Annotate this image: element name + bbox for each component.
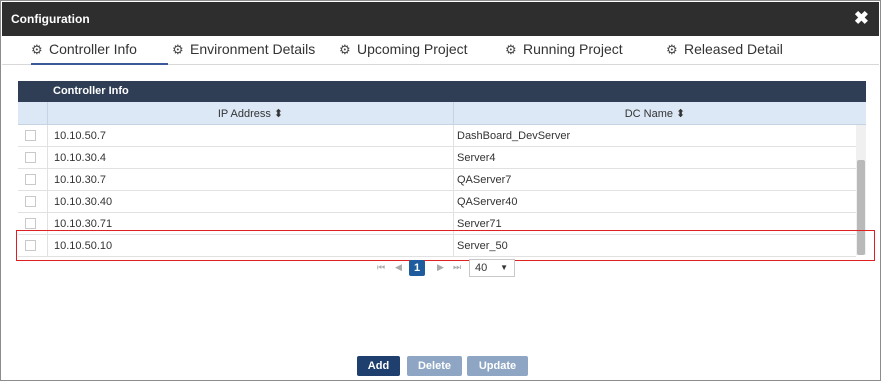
- dialog-title: Configuration: [11, 12, 90, 26]
- dc-name-cell: QAServer40: [453, 191, 856, 213]
- table-row[interactable]: 10.10.50.10 Server_50: [18, 235, 856, 257]
- tab-released-detail[interactable]: ⚙ Released Detail: [666, 41, 783, 65]
- table-row[interactable]: 10.10.30.7 QAServer7: [18, 169, 856, 191]
- scrollbar-thumb[interactable]: [857, 160, 865, 255]
- gear-icon: ⚙: [339, 42, 351, 57]
- tab-controller-info[interactable]: ⚙ Controller Info: [31, 41, 168, 65]
- update-button[interactable]: Update: [467, 356, 528, 376]
- dc-name-cell: Server71: [453, 213, 856, 235]
- add-button[interactable]: Add: [357, 356, 400, 376]
- grid-scrollbar[interactable]: [856, 125, 866, 255]
- tab-label: Environment Details: [190, 41, 316, 57]
- current-page[interactable]: 1: [409, 260, 425, 276]
- ip-address-cell: 10.10.50.7: [47, 125, 453, 147]
- select-all-header: [18, 102, 47, 125]
- dc-name-cell: Server_50: [453, 235, 856, 257]
- configuration-dialog: Configuration ✖ ⚙ Controller Info ⚙ Enviro…: [0, 0, 881, 381]
- previous-page-icon[interactable]: ◀: [395, 262, 402, 273]
- next-page-icon[interactable]: ▶: [437, 262, 444, 273]
- grid-body: 10.10.50.7 DashBoard_DevServer 10.10.30.…: [18, 125, 856, 257]
- row-checkbox[interactable]: [25, 130, 36, 141]
- table-row[interactable]: 10.10.50.7 DashBoard_DevServer: [18, 125, 856, 147]
- last-page-icon[interactable]: ⏭: [453, 262, 461, 273]
- tab-upcoming-project[interactable]: ⚙ Upcoming Project: [339, 41, 468, 65]
- tab-label: Released Detail: [684, 41, 783, 57]
- tab-environment-details[interactable]: ⚙ Environment Details: [172, 41, 315, 65]
- column-header-ip-address[interactable]: IP Address ⬍: [47, 102, 453, 125]
- page-size-value: 40: [475, 262, 488, 274]
- dc-name-cell: DashBoard_DevServer: [453, 125, 856, 147]
- page-size-select[interactable]: 40 ▼: [469, 259, 515, 277]
- tab-running-project[interactable]: ⚙ Running Project: [505, 41, 623, 65]
- table-row[interactable]: 10.10.30.71 Server71: [18, 213, 856, 235]
- gear-icon: ⚙: [505, 42, 517, 57]
- row-checkbox[interactable]: [25, 196, 36, 207]
- ip-address-cell: 10.10.30.71: [47, 213, 453, 235]
- row-checkbox[interactable]: [25, 174, 36, 185]
- ip-address-cell: 10.10.30.4: [47, 147, 453, 169]
- row-checkbox[interactable]: [25, 218, 36, 229]
- tab-bar: ⚙ Controller Info ⚙ Environment Details ⚙ U…: [2, 37, 879, 65]
- ip-address-cell: 10.10.30.7: [47, 169, 453, 191]
- dc-name-cell: QAServer7: [453, 169, 856, 191]
- gear-icon: ⚙: [31, 42, 43, 57]
- ip-address-cell: 10.10.30.40: [47, 191, 453, 213]
- gear-icon: ⚙: [666, 42, 678, 57]
- column-header-dc-name[interactable]: DC Name ⬍: [453, 102, 856, 125]
- tab-label: Running Project: [523, 41, 623, 57]
- close-icon[interactable]: ✖: [854, 8, 869, 28]
- dc-name-cell: Server4: [453, 147, 856, 169]
- row-checkbox[interactable]: [25, 152, 36, 163]
- tab-label: Upcoming Project: [357, 41, 468, 57]
- tab-label: Controller Info: [49, 41, 137, 57]
- table-row[interactable]: 10.10.30.4 Server4: [18, 147, 856, 169]
- gear-icon: ⚙: [172, 42, 184, 57]
- first-page-icon[interactable]: ⏮: [377, 262, 385, 273]
- row-checkbox[interactable]: [25, 240, 36, 251]
- grid-header: IP Address ⬍ DC Name ⬍: [18, 102, 866, 125]
- chevron-down-icon: ▼: [500, 263, 508, 272]
- ip-address-cell: 10.10.50.10: [47, 235, 453, 257]
- delete-button[interactable]: Delete: [407, 356, 462, 376]
- dialog-titlebar: Configuration ✖: [2, 2, 879, 36]
- grid-title: Controller Info: [18, 81, 866, 102]
- table-row[interactable]: 10.10.30.40 QAServer40: [18, 191, 856, 213]
